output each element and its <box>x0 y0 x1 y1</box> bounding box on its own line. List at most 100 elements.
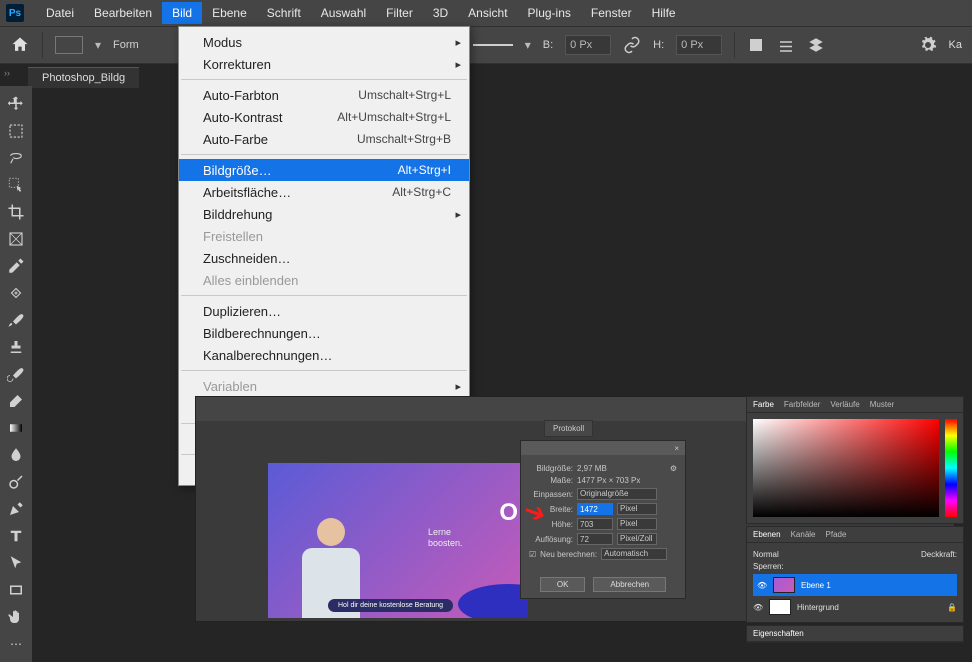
frame-tool[interactable] <box>4 227 28 251</box>
menu-3d[interactable]: 3D <box>423 2 458 24</box>
menu-fenster[interactable]: Fenster <box>581 2 642 24</box>
width-label: B: <box>543 39 553 51</box>
tab-ebenen[interactable]: Ebenen <box>753 530 781 539</box>
menu-hilfe[interactable]: Hilfe <box>642 2 686 24</box>
marquee-tool[interactable] <box>4 119 28 143</box>
menu-item-zuschneiden-[interactable]: Zuschneiden… <box>179 247 469 269</box>
align-icon[interactable] <box>747 36 765 54</box>
brush-tool[interactable] <box>4 308 28 332</box>
menu-item-bilddrehung[interactable]: Bilddrehung <box>179 203 469 225</box>
type-tool[interactable] <box>4 524 28 548</box>
dlg-res-input[interactable] <box>577 533 613 545</box>
stack-icon[interactable] <box>807 36 825 54</box>
hand-tool[interactable] <box>4 605 28 629</box>
dodge-tool[interactable] <box>4 470 28 494</box>
align-edges-icon[interactable] <box>777 36 795 54</box>
lock-label: Sperren: <box>753 562 784 571</box>
tab-farbe[interactable]: Farbe <box>753 400 774 409</box>
tab-pfade[interactable]: Pfade <box>826 530 847 539</box>
tab-muster[interactable]: Muster <box>870 400 894 409</box>
dialog-gear-icon[interactable]: ⚙ <box>670 464 677 473</box>
menu-item-modus[interactable]: Modus <box>179 31 469 53</box>
stroke-preview[interactable] <box>473 44 513 46</box>
dlg-height-label: Höhe: <box>529 520 573 529</box>
dlg-res-unit[interactable]: Pixel/Zoll <box>617 533 657 545</box>
document-tab[interactable]: Photoshop_Bildg <box>28 67 139 88</box>
menu-item-kanalberechnungen-[interactable]: Kanalberechnungen… <box>179 344 469 366</box>
rectangle-tool[interactable] <box>4 578 28 602</box>
menu-item-korrekturen[interactable]: Korrekturen <box>179 53 469 75</box>
menu-schrift[interactable]: Schrift <box>257 2 311 24</box>
resample-check[interactable]: ☑ <box>529 550 536 559</box>
menu-bild[interactable]: Bild <box>162 2 202 24</box>
menu-auswahl[interactable]: Auswahl <box>311 2 376 24</box>
resample-label: Neu berechnen: <box>540 550 597 559</box>
menu-ansicht[interactable]: Ansicht <box>458 2 517 24</box>
tab-kanale[interactable]: Kanäle <box>791 530 816 539</box>
eyedropper-tool[interactable] <box>4 254 28 278</box>
menu-item-bildgr-e-[interactable]: Bildgröße…Alt+Strg+I <box>179 159 469 181</box>
stamp-tool[interactable] <box>4 335 28 359</box>
layer-row[interactable]: 👁 Ebene 1 <box>753 574 957 596</box>
dlg-height-unit[interactable]: Pixel <box>617 518 657 530</box>
panel-collapse-handle[interactable]: ›› <box>4 68 10 78</box>
hue-slider[interactable] <box>945 419 957 517</box>
dlg-height-input[interactable] <box>577 518 613 530</box>
object-selection-tool[interactable] <box>4 173 28 197</box>
height-input[interactable] <box>676 35 722 55</box>
link-icon[interactable] <box>623 36 641 54</box>
tab-farbfelder[interactable]: Farbfelder <box>784 400 820 409</box>
layer-thumb <box>773 577 795 593</box>
history-panel-tab[interactable]: Protokoll <box>544 420 593 437</box>
path-selection-tool[interactable] <box>4 551 28 575</box>
healing-tool[interactable] <box>4 281 28 305</box>
menu-ebene[interactable]: Ebene <box>202 2 257 24</box>
move-tool[interactable] <box>4 92 28 116</box>
layer-row[interactable]: 👁 Hintergrund 🔒 <box>753 596 957 618</box>
close-icon[interactable]: × <box>674 444 679 453</box>
trailing-text: Ka <box>949 39 962 51</box>
fitto-select[interactable]: Originalgröße <box>577 488 657 500</box>
menu-item-arbeitsfl-che-[interactable]: Arbeitsfläche…Alt+Strg+C <box>179 181 469 203</box>
dims-value: 1477 Px × 703 Px <box>577 476 640 485</box>
more-tools[interactable]: ⋯ <box>4 632 28 656</box>
crop-tool[interactable] <box>4 200 28 224</box>
menu-item-auto-farbton[interactable]: Auto-FarbtonUmschalt+Strg+L <box>179 84 469 106</box>
pen-tool[interactable] <box>4 497 28 521</box>
dlg-width-unit[interactable]: Pixel <box>617 503 657 515</box>
menu-plugins[interactable]: Plug-ins <box>518 2 581 24</box>
menu-filter[interactable]: Filter <box>376 2 423 24</box>
gear-icon[interactable] <box>919 36 937 54</box>
size-label: Bildgröße: <box>529 464 573 473</box>
menu-datei[interactable]: Datei <box>36 2 84 24</box>
cancel-button[interactable]: Abbrechen <box>593 577 666 592</box>
color-gradient[interactable] <box>753 419 939 517</box>
width-input[interactable] <box>565 35 611 55</box>
lasso-tool[interactable] <box>4 146 28 170</box>
ok-button[interactable]: OK <box>540 577 586 592</box>
properties-panel: Eigenschaften <box>746 625 964 643</box>
visibility-icon[interactable]: 👁 <box>753 603 763 612</box>
resample-select[interactable]: Automatisch <box>601 548 667 560</box>
shape-preset[interactable] <box>55 36 83 54</box>
menu-bearbeiten[interactable]: Bearbeiten <box>84 2 162 24</box>
tab-eigenschaften[interactable]: Eigenschaften <box>753 629 804 638</box>
blend-mode[interactable]: Normal <box>753 550 779 559</box>
dlg-width-input[interactable] <box>577 503 613 515</box>
menu-item-bildberechnungen-[interactable]: Bildberechnungen… <box>179 322 469 344</box>
history-brush-tool[interactable] <box>4 362 28 386</box>
menu-item-auto-farbe[interactable]: Auto-FarbeUmschalt+Strg+B <box>179 128 469 150</box>
menu-item-auto-kontrast[interactable]: Auto-KontrastAlt+Umschalt+Strg+L <box>179 106 469 128</box>
layers-panel: Ebenen Kanäle Pfade NormalDeckkraft: Spe… <box>746 526 964 623</box>
image-size-dialog: × Bildgröße:2,97 MB⚙ Maße:1477 Px × 703 … <box>520 440 686 599</box>
options-bar: ▾ Form ▾ B: H: Ka <box>0 26 972 64</box>
dlg-width-label: Breite: <box>529 505 573 514</box>
visibility-icon[interactable]: 👁 <box>757 581 767 590</box>
tab-verlaufe[interactable]: Verläufe <box>830 400 859 409</box>
color-panel: Farbe Farbfelder Verläufe Muster <box>746 396 964 524</box>
gradient-tool[interactable] <box>4 416 28 440</box>
menu-item-duplizieren-[interactable]: Duplizieren… <box>179 300 469 322</box>
home-icon[interactable] <box>10 35 30 55</box>
blur-tool[interactable] <box>4 443 28 467</box>
eraser-tool[interactable] <box>4 389 28 413</box>
